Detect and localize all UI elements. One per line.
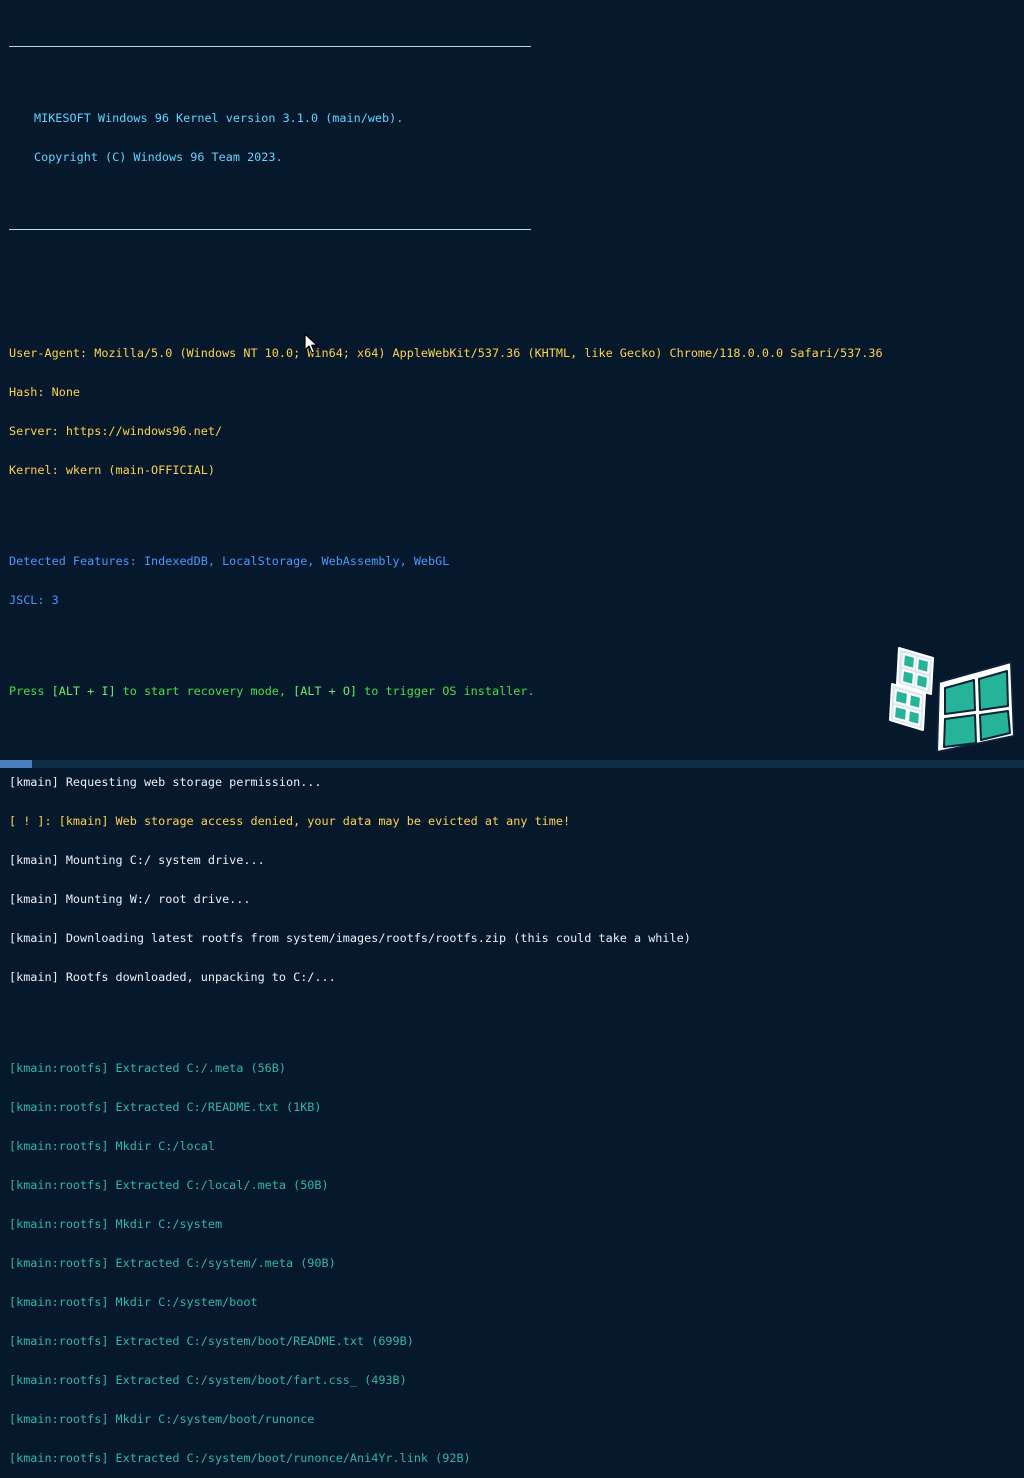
recovery-instructions: Press [ALT + I] to start recovery mode, … bbox=[9, 685, 1014, 698]
rootfs-log-line: [kmain:rootfs] Extracted C:/system/boot/… bbox=[9, 1334, 414, 1348]
rootfs-log-line: [kmain:rootfs] Extracted C:/.meta (56B) bbox=[9, 1061, 286, 1075]
rootfs-log-line: [kmain:rootfs] Extracted C:/system/.meta… bbox=[9, 1256, 336, 1270]
banner-top-rule bbox=[9, 46, 531, 47]
rootfs-log-line: [kmain:rootfs] Extracted C:/local/.meta … bbox=[9, 1178, 329, 1192]
recovery-prefix: Press bbox=[9, 684, 52, 698]
start-button[interactable] bbox=[0, 760, 32, 768]
windows-96-logo-icon bbox=[889, 647, 1015, 752]
taskbar bbox=[0, 760, 1024, 768]
server-line: Server: https://windows96.net/ bbox=[9, 424, 223, 438]
hash-line: Hash: None bbox=[9, 385, 81, 399]
rootfs-log-line: [kmain:rootfs] Extracted C:/system/boot/… bbox=[9, 1373, 407, 1387]
log-line: [kmain] Rootfs downloaded, unpacking to … bbox=[9, 970, 336, 984]
rootfs-log-line: [kmain:rootfs] Mkdir C:/system/boot/runo… bbox=[9, 1412, 315, 1426]
log-line: [kmain] Requesting web storage permissio… bbox=[9, 775, 322, 789]
banner-bottom-rule bbox=[9, 229, 531, 230]
log-line: [kmain] Downloading latest rootfs from s… bbox=[9, 931, 691, 945]
rootfs-log-line: [kmain:rootfs] Mkdir C:/system bbox=[9, 1217, 223, 1231]
jscl-line: JSCL: 3 bbox=[9, 593, 59, 607]
log-line: [kmain] Mounting W:/ root drive... bbox=[9, 892, 251, 906]
kernel-line: Kernel: wkern (main-OFFICIAL) bbox=[9, 463, 215, 477]
banner-copyright: Copyright (C) Windows 96 Team 2023. bbox=[34, 150, 283, 164]
warning-log-line: [ ! ]: [kmain] Web storage access denied… bbox=[9, 814, 571, 828]
rootfs-log-line: [kmain:rootfs] Mkdir C:/local bbox=[9, 1139, 215, 1153]
banner-title: MIKESOFT Windows 96 Kernel version 3.1.0… bbox=[34, 111, 404, 125]
boot-terminal: MIKESOFT Windows 96 Kernel version 3.1.0… bbox=[9, 13, 1014, 1478]
mouse-pointer-icon bbox=[304, 333, 318, 354]
rootfs-log-line: [kmain:rootfs] Extracted C:/system/boot/… bbox=[9, 1451, 471, 1465]
rootfs-log-line: [kmain:rootfs] Extracted C:/README.txt (… bbox=[9, 1100, 322, 1114]
recovery-suffix: to trigger OS installer. bbox=[357, 684, 535, 698]
log-line: [kmain] Mounting C:/ system drive... bbox=[9, 853, 265, 867]
recovery-key: [ALT + I] bbox=[51, 684, 116, 698]
detected-features-line: Detected Features: IndexedDB, LocalStora… bbox=[9, 554, 450, 568]
recovery-middle: to start recovery mode, bbox=[115, 684, 294, 698]
installer-key: [ALT + O] bbox=[293, 684, 358, 698]
user-agent-line: User-Agent: Mozilla/5.0 (Windows NT 10.0… bbox=[9, 346, 883, 360]
rootfs-log-line: [kmain:rootfs] Mkdir C:/system/boot bbox=[9, 1295, 258, 1309]
